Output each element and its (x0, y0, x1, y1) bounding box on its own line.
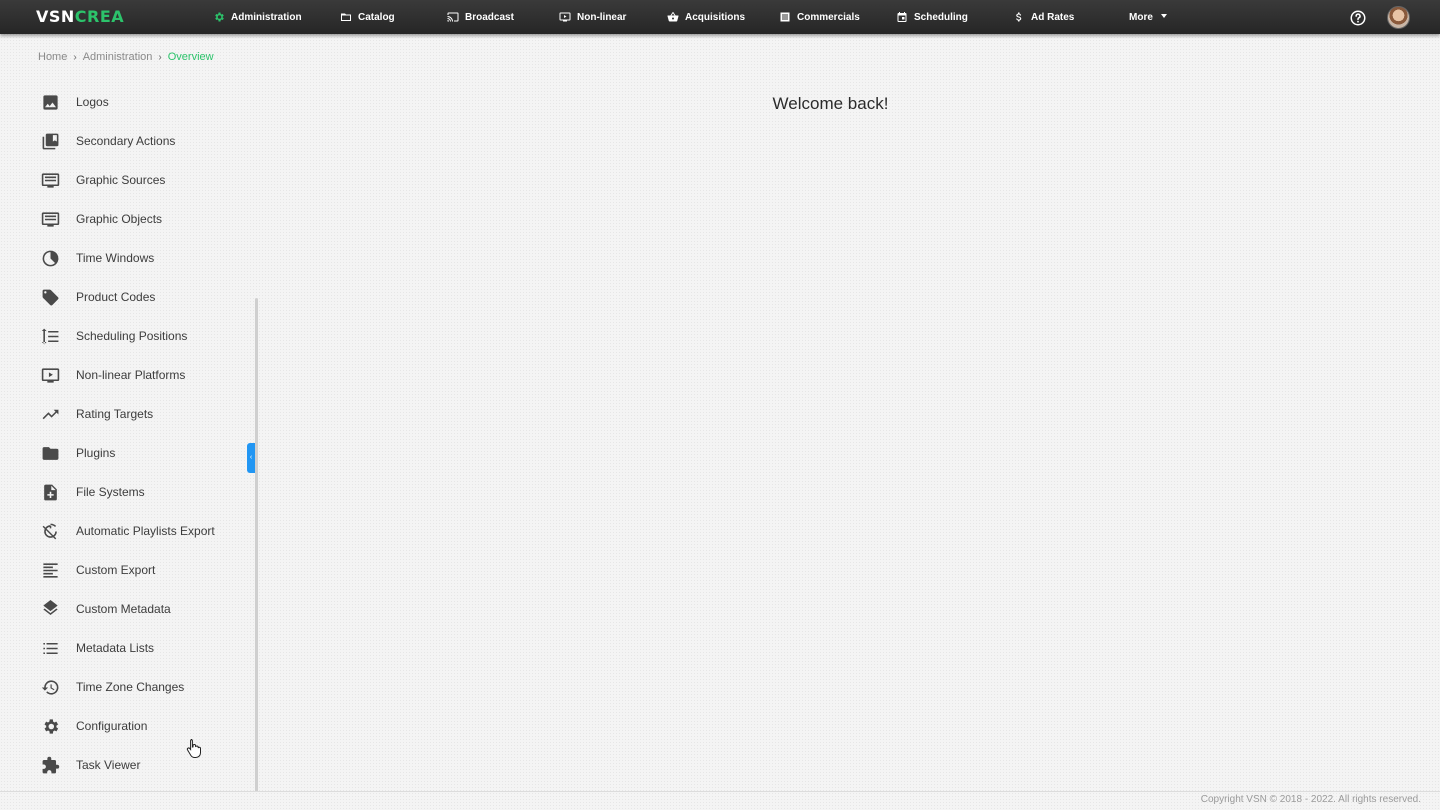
nav-label: More (1129, 11, 1153, 23)
nav-catalog[interactable]: Catalog (340, 0, 395, 34)
nav-label: Commercials (797, 11, 860, 23)
sidebar-item-label: Time Zone Changes (76, 680, 185, 694)
sidebar-item-scheduling-positions[interactable]: Scheduling Positions (30, 318, 250, 354)
sidebar-item-label: Scheduling Positions (76, 329, 188, 343)
sidebar-item-label: Plugins (76, 446, 116, 460)
nav-label: Broadcast (465, 11, 514, 23)
sidebar-item-label: Non-linear Platforms (76, 368, 186, 382)
nav-non-linear[interactable]: Non-linear (559, 0, 626, 34)
nav-more[interactable]: More (1129, 0, 1167, 34)
align-left-icon (40, 560, 60, 580)
monitor-text-icon (40, 170, 60, 190)
monitor-text-icon (40, 209, 60, 229)
nav-label: Acquisitions (685, 11, 746, 23)
timer-off-icon (40, 521, 60, 541)
sidebar-scrollbar-thumb[interactable] (255, 298, 258, 792)
sidebar-item-metadata-lists[interactable]: Metadata Lists (30, 630, 250, 666)
breadcrumb-separator: › (158, 51, 162, 63)
nav-acquisitions[interactable]: Acquisitions (667, 0, 745, 34)
list-doc-icon (780, 12, 790, 22)
sidebar-item-graphic-objects[interactable]: Graphic Objects (30, 201, 250, 237)
welcome-message: Welcome back! (772, 94, 889, 113)
sidebar-item-label: Task Viewer (76, 758, 141, 772)
sidebar-item-label: Configuration (76, 719, 148, 733)
sidebar-collapse-handle[interactable]: ‹ (247, 443, 255, 473)
calendar-icon (897, 12, 907, 22)
sidebar-item-custom-metadata[interactable]: Custom Metadata (30, 591, 250, 627)
sidebar-item-time-zone-changes[interactable]: Time Zone Changes (30, 669, 250, 705)
sidebar-item-label: Custom Export (76, 563, 156, 577)
top-navbar: VSNCREA Administration Catalog Broadcast… (0, 0, 1440, 34)
sidebar-item-automatic-playlists-export[interactable]: Automatic Playlists Export (30, 513, 250, 549)
nav-ad-rates[interactable]: Ad Rates (1013, 0, 1074, 34)
sidebar-item-custom-export[interactable]: Custom Export (30, 552, 250, 588)
nav-scheduling[interactable]: Scheduling (896, 0, 968, 34)
breadcrumb-separator: › (73, 51, 77, 63)
list-icon (40, 638, 60, 658)
sidebar-item-secondary-actions[interactable]: Secondary Actions (30, 123, 250, 159)
user-avatar[interactable] (1387, 6, 1410, 29)
hand-cursor-icon (186, 739, 201, 758)
nav-broadcast[interactable]: Broadcast (447, 0, 514, 34)
half-circle-icon (40, 248, 60, 268)
sidebar-item-label: Metadata Lists (76, 641, 155, 655)
folder-icon (341, 13, 351, 21)
dollar-icon (1016, 12, 1022, 22)
sidebar-item-label: Custom Metadata (76, 602, 171, 616)
sidebar-item-task-viewer[interactable]: Task Viewer (30, 747, 250, 783)
play-screen-icon (559, 12, 571, 22)
footer-copyright: Copyright VSN © 2018 - 2022. All rights … (1200, 794, 1421, 805)
caret-down-icon (1160, 14, 1167, 18)
footer-divider (0, 791, 1440, 792)
breadcrumb-administration[interactable]: Administration (83, 51, 153, 63)
vsncrea-logo[interactable]: VSNCREA (36, 8, 124, 26)
nav-administration[interactable]: Administration (213, 0, 302, 34)
sidebar-item-product-codes[interactable]: Product Codes (30, 279, 250, 315)
nav-label: Scheduling (914, 11, 968, 23)
sidebar-item-rating-targets[interactable]: Rating Targets (30, 396, 250, 432)
nav-label: Catalog (358, 11, 395, 23)
folder-icon (40, 443, 60, 463)
trending-up-icon (40, 404, 60, 424)
cast-icon (447, 12, 459, 22)
ordered-list-icon (40, 326, 60, 346)
sidebar-item-plugins[interactable]: Plugins (30, 435, 250, 471)
puzzle-icon (40, 755, 60, 775)
nav-commercials[interactable]: Commercials (779, 0, 860, 34)
basket-icon (667, 12, 679, 22)
help-icon[interactable] (1349, 9, 1367, 27)
breadcrumb-home[interactable]: Home (38, 51, 67, 63)
logo-text-vsn: VSN (36, 7, 75, 26)
nav-label: Administration (231, 11, 302, 23)
sidebar-item-configuration[interactable]: Configuration (30, 708, 250, 744)
history-icon (40, 677, 60, 697)
sidebar-item-non-linear-platforms[interactable]: Non-linear Platforms (30, 357, 250, 393)
nav-label: Non-linear (577, 11, 627, 23)
breadcrumb-current: Overview (167, 51, 214, 63)
admin-sidebar: Logos Secondary Actions Graphic Sources … (0, 83, 262, 793)
sidebar-item-label: Rating Targets (76, 407, 154, 421)
logo-text-crea: CREA (74, 7, 125, 26)
sidebar-item-label: Automatic Playlists Export (76, 524, 215, 538)
sidebar-item-label: File Systems (76, 485, 145, 499)
play-screen-icon (40, 365, 60, 385)
sidebar-item-graphic-sources[interactable]: Graphic Sources (30, 162, 250, 198)
breadcrumb: Home › Administration › Overview (38, 51, 214, 63)
gear-icon (215, 12, 224, 22)
sidebar-item-label: Graphic Objects (76, 212, 163, 226)
sidebar-item-label: Graphic Sources (76, 173, 166, 187)
sidebar-item-label: Time Windows (76, 251, 155, 265)
tag-icon (40, 287, 60, 307)
sidebar-item-label: Product Codes (76, 290, 156, 304)
sidebar-item-label: Secondary Actions (76, 134, 176, 148)
gear-icon (40, 716, 60, 736)
file-add-icon (40, 482, 60, 502)
sidebar-item-file-systems[interactable]: File Systems (30, 474, 250, 510)
welcome-area: Welcome back! (0, 94, 1440, 114)
nav-label: Ad Rates (1031, 11, 1075, 23)
layers-icon (40, 599, 60, 619)
sidebar-item-time-windows[interactable]: Time Windows (30, 240, 250, 276)
library-icon (40, 131, 60, 151)
